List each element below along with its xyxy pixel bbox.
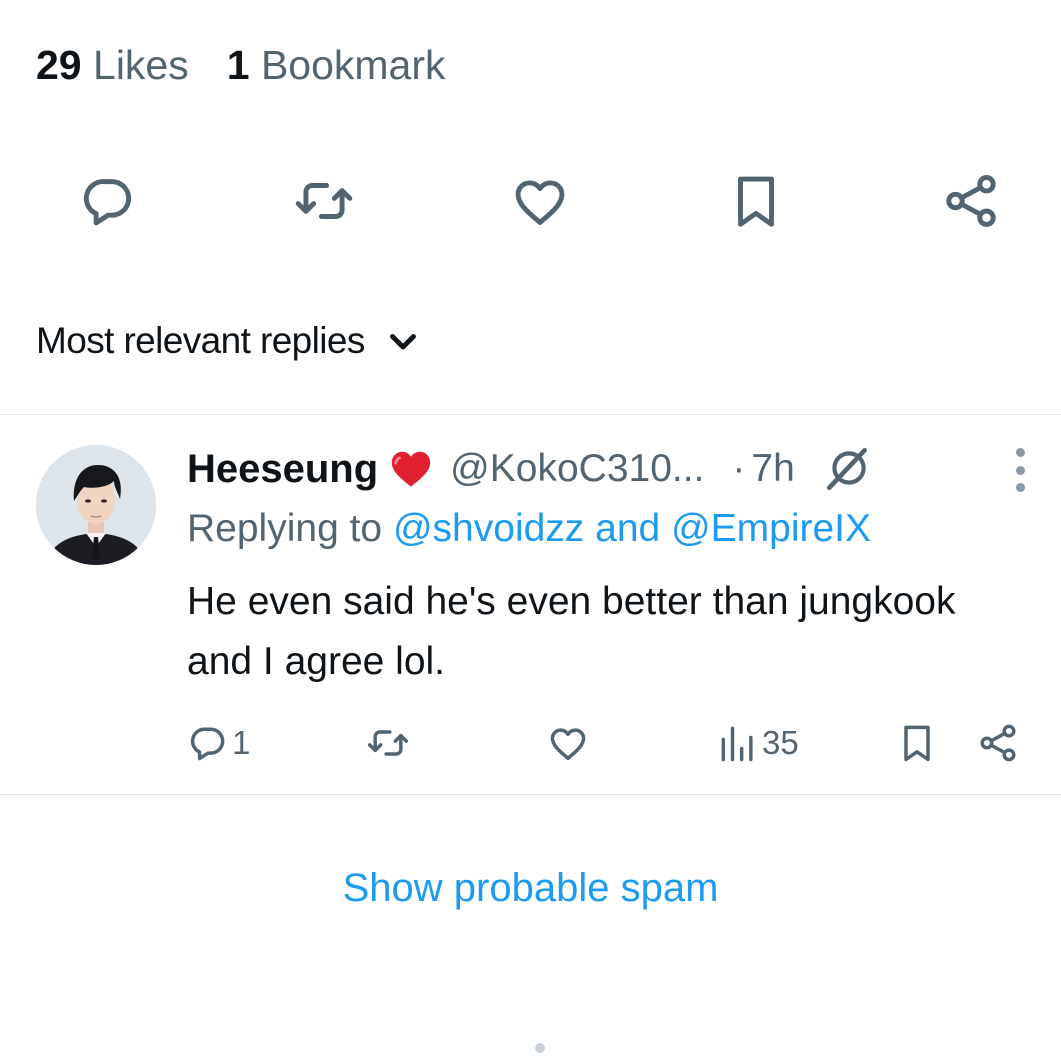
avatar[interactable] (36, 445, 156, 565)
reply-icon (190, 727, 225, 761)
engagement-stats: 29 Likes 1 Bookmark (36, 40, 446, 90)
like-icon (550, 728, 586, 760)
reply-button[interactable] (73, 166, 143, 236)
bookmarks-label[interactable]: Bookmark (261, 42, 446, 88)
reply-timestamp[interactable]: 7h (751, 447, 794, 491)
reply-text: He even said he's even better than jungk… (187, 580, 956, 683)
retweet-icon (367, 730, 409, 756)
reply-sort-dropdown[interactable]: Most relevant replies (36, 320, 421, 362)
tweet-action-bar (0, 166, 1061, 236)
reply-action-bar: 1 35 (0, 718, 1061, 768)
reply-count: 1 (232, 724, 251, 761)
replying-to: Replying to @shvoidzz and @EmpireIX (187, 507, 871, 551)
red-heart-emoji-icon (392, 451, 431, 487)
replying-to-user-1[interactable]: @shvoidzz (393, 507, 584, 550)
bookmark-icon (738, 176, 774, 227)
like-icon (515, 180, 565, 225)
likes-count[interactable]: 29 (36, 42, 82, 88)
bookmarks-count[interactable]: 1 (227, 42, 250, 88)
author-name[interactable]: Heeseung (187, 447, 378, 492)
bookmark-button[interactable] (721, 166, 791, 236)
reply-share-button[interactable] (976, 718, 1020, 768)
reply-header: Heeseung @KokoC310... · 7h (187, 444, 873, 494)
like-button[interactable] (505, 166, 575, 236)
share-button[interactable] (936, 166, 1006, 236)
reply-bookmark-button[interactable] (895, 718, 939, 768)
divider (0, 794, 1061, 795)
scroll-indicator-dot (535, 1043, 545, 1053)
reply-views-button[interactable]: 35 (716, 718, 799, 768)
replying-to-user-2[interactable]: @EmpireIX (671, 507, 871, 550)
replying-to-prefix: Replying to (187, 507, 383, 550)
retweet-button[interactable] (289, 166, 359, 236)
share-icon (980, 724, 1016, 762)
show-probable-spam-link[interactable]: Show probable spam (0, 866, 1061, 911)
likes-label[interactable]: Likes (93, 42, 189, 88)
reply-retweet-button[interactable] (366, 718, 410, 768)
retweet-icon (295, 183, 353, 219)
views-icon (721, 726, 753, 762)
avatar-image (36, 445, 156, 565)
reply-reply-button[interactable]: 1 (186, 718, 250, 768)
more-dot-icon (1015, 465, 1025, 475)
views-count: 35 (762, 724, 799, 761)
share-icon (946, 175, 996, 227)
replying-to-joiner[interactable]: and (595, 507, 660, 550)
reply-sort-label: Most relevant replies (36, 320, 365, 361)
grok-icon[interactable] (823, 444, 873, 494)
more-dot-icon (1015, 448, 1025, 457)
reply-icon (83, 179, 132, 226)
reply-like-button[interactable] (546, 718, 590, 768)
separator-dot: · (732, 447, 746, 490)
more-dot-icon (1015, 483, 1025, 492)
bookmark-icon (904, 725, 930, 762)
chevron-down-icon (389, 334, 416, 350)
divider (0, 414, 1061, 415)
more-options-button[interactable] (1000, 448, 1040, 492)
author-handle[interactable]: @KokoC310... (450, 447, 704, 491)
